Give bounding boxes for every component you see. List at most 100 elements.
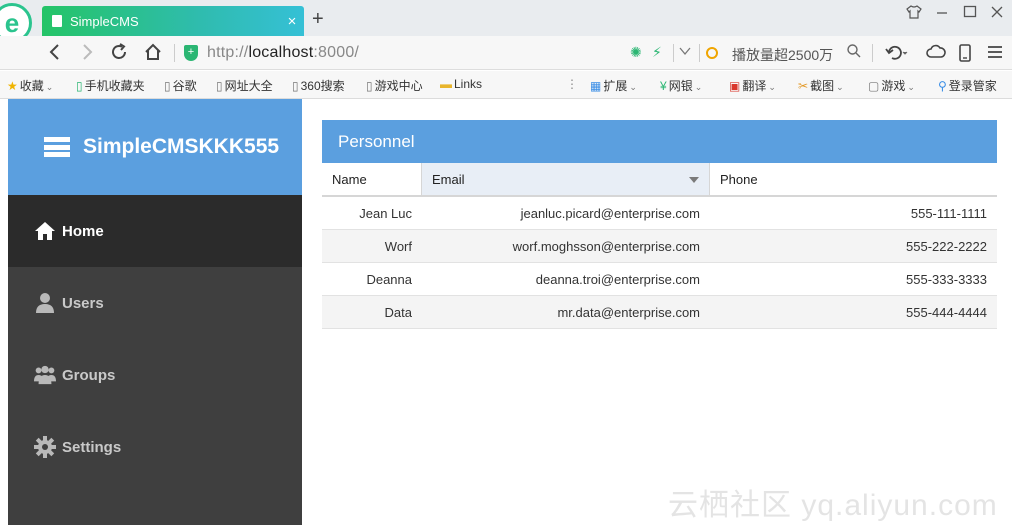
sidebar-item-groups[interactable]: Groups <box>8 339 302 411</box>
sidebar-item-label: Groups <box>62 366 116 384</box>
forward-icon[interactable] <box>78 40 96 70</box>
toolbar-extensions[interactable]: ▦ 扩展 ⌄ <box>590 77 637 94</box>
toolbar-screenshot[interactable]: ✂ 截图 ⌄ <box>798 77 844 94</box>
bookmark-game-center[interactable]: ▯ 游戏中心 <box>366 77 423 94</box>
page-icon: ▯ <box>216 79 223 93</box>
page-icon: ▯ <box>292 79 299 93</box>
list-icon <box>44 137 70 157</box>
bookmark-url-directory[interactable]: ▯ 网址大全 <box>216 77 273 94</box>
chevron-down-icon: ⌄ <box>907 82 915 92</box>
table-row[interactable]: Jean Luc jeanluc.picard@enterprise.com 5… <box>322 197 997 230</box>
table-row[interactable]: Deanna deanna.troi@enterprise.com 555-33… <box>322 263 997 296</box>
brand-header[interactable]: SimpleCMSKKK555 <box>8 99 302 195</box>
sidebar-item-label: Home <box>62 222 104 240</box>
back-icon[interactable] <box>46 40 64 70</box>
tab-close-icon[interactable]: × <box>280 13 304 30</box>
divider <box>699 44 700 62</box>
lightning-icon[interactable]: ⚡ <box>652 44 662 61</box>
document-icon <box>52 15 62 27</box>
maximize-icon[interactable] <box>963 5 977 22</box>
tab-title: SimpleCMS <box>70 13 139 29</box>
url-scheme: http:// <box>207 44 249 61</box>
divider <box>174 44 175 62</box>
star-icon: ★ <box>7 79 18 93</box>
divider <box>673 44 674 62</box>
cell-name: Deanna <box>366 271 412 287</box>
chevron-down-icon: ⌄ <box>629 82 637 92</box>
sidebar-item-label: Settings <box>62 438 122 456</box>
menu-icon[interactable] <box>987 44 1003 63</box>
bookmarks-bar: ★ 收藏 ⌄ ▯ 手机收藏夹 ▯ 谷歌 ▯ 网址大全 ▯ 360搜索 ▯ 游戏中心 ▬ Link… <box>0 71 1012 99</box>
divider <box>872 44 873 62</box>
search-icon[interactable] <box>846 43 862 63</box>
close-window-icon[interactable] <box>990 5 1004 22</box>
toolbar-login-manager[interactable]: ⚲ 登录管家 <box>938 77 997 94</box>
bookmark-google[interactable]: ▯ 谷歌 <box>164 77 197 94</box>
cell-email: mr.data@enterprise.com <box>557 304 700 320</box>
bookmark-mobile-favorites[interactable]: ▯ 手机收藏夹 <box>76 77 145 94</box>
yen-icon: ¥ <box>660 79 667 93</box>
table-row[interactable]: Data mr.data@enterprise.com 555-444-4444 <box>322 296 997 329</box>
toolbar-translate[interactable]: ▣ 翻译 ⌄ <box>729 77 776 94</box>
sidebar-item-settings[interactable]: Settings <box>8 411 302 483</box>
sidebar-item-users[interactable]: Users <box>8 267 302 339</box>
search-engine-icon[interactable] <box>706 47 718 59</box>
home-icon <box>34 220 56 242</box>
toolbar-online-banking[interactable]: ¥ 网银 ⌄ <box>660 77 702 94</box>
minimize-icon[interactable] <box>935 3 949 20</box>
chevron-down-icon: ⌄ <box>45 82 54 92</box>
gamepad-icon: ▢ <box>868 79 880 93</box>
column-header-name[interactable]: Name <box>322 163 422 195</box>
cell-phone: 555-222-2222 <box>906 238 987 254</box>
key-icon: ⚲ <box>938 79 947 93</box>
cell-phone: 555-333-3333 <box>906 271 987 287</box>
address-bar[interactable]: http://localhost:8000/ <box>207 44 359 62</box>
cell-email: deanna.troi@enterprise.com <box>535 271 700 287</box>
column-header-phone[interactable]: Phone <box>710 163 997 195</box>
browser-tab[interactable]: SimpleCMS × <box>42 6 304 36</box>
url-host: localhost <box>248 44 314 61</box>
gear-icon <box>34 436 56 458</box>
refresh-icon[interactable] <box>109 40 129 70</box>
cell-email: jeanluc.picard@enterprise.com <box>520 205 700 221</box>
sidebar-item-label: Users <box>62 294 104 312</box>
cell-name: Worf <box>384 238 412 254</box>
url-path: :8000/ <box>313 44 360 61</box>
users-icon <box>34 364 56 386</box>
browser-tab-bar: e SimpleCMS × + <box>0 0 1012 43</box>
bookmark-360-search[interactable]: ▯ 360搜索 <box>292 77 345 94</box>
bookmark-links-folder[interactable]: ▬ Links <box>440 77 482 91</box>
undo-icon[interactable] <box>884 44 908 65</box>
panel-title: Personnel <box>338 131 415 151</box>
personnel-panel: Personnel Name Email Phone Jean Luc jean… <box>322 120 997 329</box>
chevron-down-icon: ⌄ <box>694 82 703 92</box>
page-icon: ▯ <box>366 79 373 93</box>
app-sidebar: SimpleCMSKKK555 Home Users Groups Settin… <box>8 99 302 525</box>
home-page-icon[interactable] <box>143 40 163 70</box>
column-menu-dropdown-icon[interactable] <box>685 172 703 188</box>
cell-email: worf.moghsson@enterprise.com <box>512 238 700 254</box>
bookmark-favorites[interactable]: ★ 收藏 ⌄ <box>7 77 53 94</box>
security-shield-icon[interactable]: + <box>184 45 198 61</box>
search-input[interactable]: 播放量超2500万 <box>732 45 840 65</box>
cloud-icon[interactable] <box>926 44 946 63</box>
brand-title: SimpleCMSKKK555 <box>83 135 280 158</box>
dropdown-arrow-icon[interactable] <box>678 44 692 61</box>
folder-icon: ▬ <box>440 77 452 91</box>
more-options-icon[interactable]: ⋮ <box>566 77 578 91</box>
user-icon <box>34 292 56 314</box>
scissors-icon: ✂ <box>798 79 809 93</box>
grid-header: Name Email Phone <box>322 163 997 197</box>
table-row[interactable]: Worf worf.moghsson@enterprise.com 555-22… <box>322 230 997 263</box>
skin-icon[interactable] <box>906 5 922 22</box>
translate-icon: ▣ <box>729 79 741 93</box>
toolbar-games[interactable]: ▢ 游戏 ⌄ <box>868 77 915 94</box>
mobile-icon[interactable] <box>958 44 972 65</box>
grid-icon: ▦ <box>590 79 602 93</box>
chevron-down-icon: ⌄ <box>768 82 776 92</box>
phone-icon: ▯ <box>76 79 83 93</box>
column-header-email[interactable]: Email <box>422 163 710 195</box>
new-tab-button[interactable]: + <box>312 8 324 31</box>
sidebar-item-home[interactable]: Home <box>8 195 302 267</box>
accelerate-icon[interactable]: ✺ <box>630 44 642 61</box>
